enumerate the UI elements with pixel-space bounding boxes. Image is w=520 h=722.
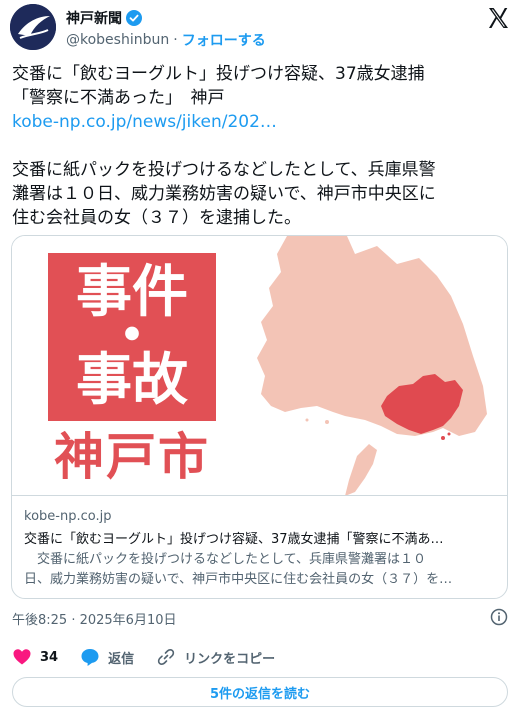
card-domain: kobe-np.co.jp (24, 509, 112, 524)
body-line: 交番に紙パックを投げつけるなどしたとして、兵庫県警 (12, 160, 436, 180)
reply-bubble-icon (80, 647, 100, 667)
action-bar: 34 返信 リンクをコピー (12, 646, 297, 668)
info-icon[interactable] (490, 608, 508, 626)
account-avatar[interactable] (10, 4, 56, 50)
account-handle[interactable]: @kobeshinbun (66, 32, 169, 48)
copy-link-label: リンクをコピー (184, 651, 276, 667)
card-description-line: 日、威力業務妨害の疑いで、神戸市中央区に住む会社員の女（３７）を… (24, 572, 453, 587)
body-line: 住む会社員の女（３７）を逮捕した。 (12, 208, 301, 228)
link-preview-card[interactable]: 事件 ・ 事故 神戸市 kobe-np.co.jp 交番に「飲むヨーグルト」投げ… (11, 235, 508, 599)
tweet-timestamp[interactable]: 午後8:25 · 2025年6月10日 (12, 609, 177, 628)
separator-dot: · (173, 32, 178, 48)
tweet-header: 神戸新聞 @kobeshinbun · フォローする (10, 4, 510, 52)
hyogo-map-image (257, 236, 487, 495)
headline-line: 交番に「飲むヨーグルト」投げつけ容疑、37歳女逮捕 (12, 64, 425, 84)
x-logo-icon[interactable] (486, 6, 510, 30)
reply-button[interactable]: 返信 (80, 647, 134, 667)
link-chain-icon (156, 647, 176, 667)
card-description-line: 交番に紙パックを投げつけるなどしたとして、兵庫県警灘署は１０ (24, 552, 426, 567)
article-link[interactable]: kobe-np.co.jp/news/jiken/202… (12, 112, 277, 132)
like-count: 34 (40, 649, 59, 665)
handle-row: @kobeshinbun · フォローする (66, 30, 266, 50)
headline-line: 「警察に不満あった」 神戸 (12, 88, 225, 108)
card-body[interactable]: kobe-np.co.jp 交番に「飲むヨーグルト」投げつけ容疑、37歳女逮捕「… (24, 508, 498, 590)
verified-badge-icon (126, 10, 142, 26)
name-row: 神戸新聞 (66, 8, 142, 28)
tweet-text: 交番に「飲むヨーグルト」投げつけ容疑、37歳女逮捕 「警察に不満あった」 神戸 … (12, 62, 510, 230)
reply-label: 返信 (108, 651, 135, 667)
incident-label-box: 事件 ・ 事故 (48, 253, 216, 421)
follow-button[interactable]: フォローする (182, 30, 266, 50)
card-title[interactable]: 交番に「飲むヨーグルト」投げつけ容疑、37歳女逮捕「警察に不満あ… (24, 530, 498, 550)
heart-icon (12, 647, 32, 667)
copy-link-button[interactable]: リンクをコピー (156, 647, 275, 667)
body-line: 灘署は１０日、威力業務妨害の疑いで、神戸市中央区に (12, 184, 436, 204)
image-text-city: 神戸市 (54, 428, 210, 486)
read-replies-button[interactable]: 5件の返信を読む (12, 677, 508, 707)
like-button[interactable]: 34 (12, 647, 58, 667)
display-name[interactable]: 神戸新聞 (66, 8, 122, 28)
timestamp-row: 午後8:25 · 2025年6月10日 (12, 608, 508, 628)
card-image[interactable]: 事件 ・ 事故 神戸市 (12, 236, 507, 496)
image-text-accident: 事故 (76, 348, 188, 413)
